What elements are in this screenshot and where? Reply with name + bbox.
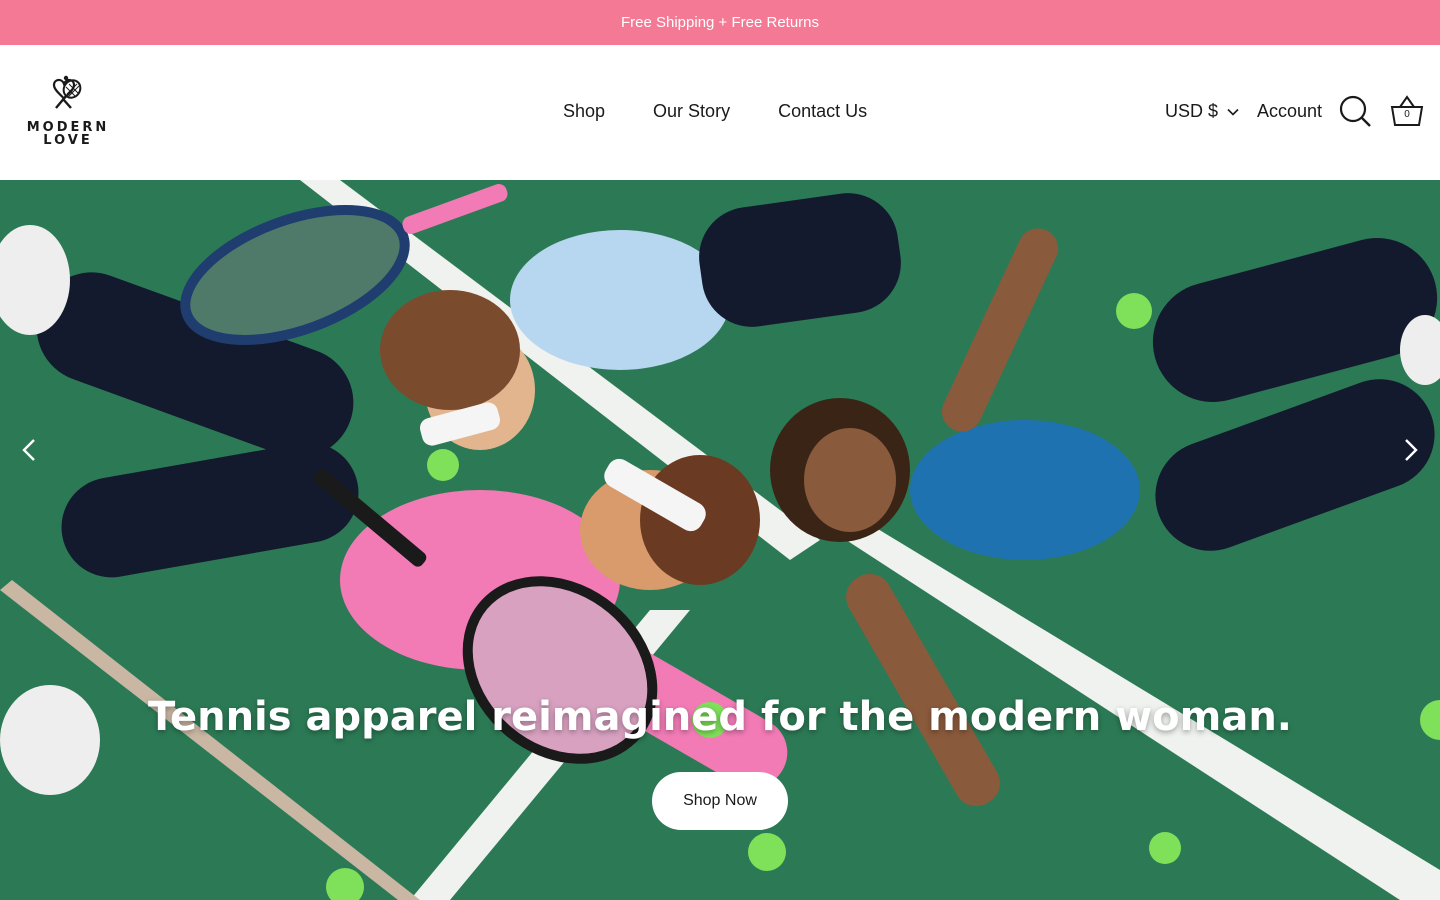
site-header: MODERN LOVE Shop Our Story Contact Us US… <box>0 45 1440 180</box>
brand-logo[interactable]: MODERN LOVE <box>22 75 114 151</box>
nav-item-shop[interactable]: Shop <box>563 101 605 122</box>
currency-selector[interactable]: USD $ <box>1165 101 1239 122</box>
search-icon[interactable] <box>1338 94 1372 128</box>
currency-label: USD $ <box>1165 101 1219 121</box>
main-nav: Shop Our Story Contact Us <box>563 101 867 122</box>
nav-item-our-story[interactable]: Our Story <box>653 101 730 122</box>
heart-tennis-racket-icon <box>52 75 82 109</box>
shop-now-button[interactable]: Shop Now <box>652 772 788 830</box>
announcement-bar: Free Shipping + Free Returns <box>0 0 1440 45</box>
chevron-right-icon[interactable] <box>1398 438 1422 462</box>
cart-count: 0 <box>1404 109 1410 120</box>
chevron-left-icon[interactable] <box>18 438 42 462</box>
account-link[interactable]: Account <box>1257 101 1322 122</box>
hero-banner: Tennis apparel reimagined for the modern… <box>0 180 1440 900</box>
announcement-text: Free Shipping + Free Returns <box>620 14 820 31</box>
chevron-down-icon <box>1227 108 1239 116</box>
nav-item-contact-us[interactable]: Contact Us <box>778 101 867 122</box>
cart-button[interactable]: 0 <box>1388 93 1426 129</box>
brand-name-line2: LOVE <box>43 133 93 148</box>
hero-headline: Tennis apparel reimagined for the modern… <box>147 694 1292 740</box>
